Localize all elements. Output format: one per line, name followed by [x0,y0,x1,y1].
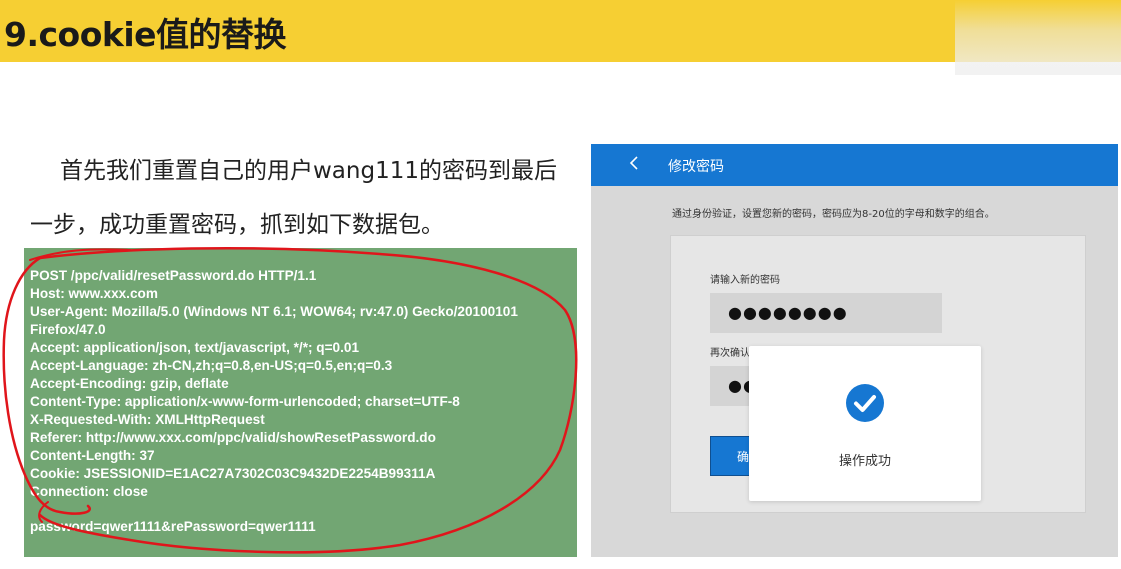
http-request-block: POST /ppc/valid/resetPassword.do HTTP/1.… [24,248,577,557]
password-hint: 通过身份验证，设置您新的密码，密码应为8-20位的字母和数字的组合。 [672,209,995,220]
intro-line-2: 一步，成功重置密码，抓到如下数据包。 [30,212,444,238]
request-header-line: User-Agent: Mozilla/5.0 (Windows NT 6.1;… [30,304,518,319]
request-headers: POST /ppc/valid/resetPassword.do HTTP/1.… [30,267,518,501]
intro-paragraph: 首先我们重置自己的用户wang111的密码到最后 一步，成功重置密码，抓到如下数… [30,144,560,252]
check-circle-icon [846,384,884,422]
new-password-label: 请输入新的密码 [710,275,780,286]
request-header-line: Accept: application/json, text/javascrip… [30,340,359,355]
request-header-line: X-Requested-With: XMLHttpRequest [30,412,265,427]
request-header-line: Accept-Language: zh-CN,zh;q=0.8,en-US;q=… [30,358,393,373]
request-header-line: Referer: http://www.xxx.com/ppc/valid/sh… [30,430,436,445]
request-header-line: Firefox/47.0 [30,322,106,337]
request-header-line: Content-Type: application/x-www-form-url… [30,394,460,409]
request-header-line: POST /ppc/valid/resetPassword.do HTTP/1.… [30,268,317,283]
header-band: 9.cookie值的替换 [0,0,1121,62]
chevron-left-icon[interactable] [629,155,645,175]
request-header-line: Content-Length: 37 [30,448,155,463]
request-header-line: Host: www.xxx.com [30,286,158,301]
request-body: password=qwer1111&rePassword=qwer1111 [30,519,316,534]
header-fade [955,0,1121,75]
intro-line-1: 首先我们重置自己的用户wang111的密码到最后 [60,158,557,184]
app-title: 修改密码 [668,159,724,175]
app-header-bar: 修改密码 [591,144,1118,186]
request-header-line: Cookie: JSESSIONID=E1AC27A7302C03C9432DE… [30,466,436,481]
request-header-line: Connection: close [30,484,148,499]
new-password-input[interactable]: ●●●●●●●● [710,293,942,333]
request-header-line: Accept-Encoding: gzip, deflate [30,376,229,391]
success-toast: 操作成功 [749,346,981,501]
toast-message: 操作成功 [838,454,891,469]
reset-password-screenshot: 修改密码 通过身份验证，设置您新的密码，密码应为8-20位的字母和数字的组合。 … [591,144,1118,557]
slide-title: 9.cookie值的替换 [4,15,287,54]
slide: 9.cookie值的替换 首先我们重置自己的用户wang111的密码到最后 一步… [0,0,1121,569]
